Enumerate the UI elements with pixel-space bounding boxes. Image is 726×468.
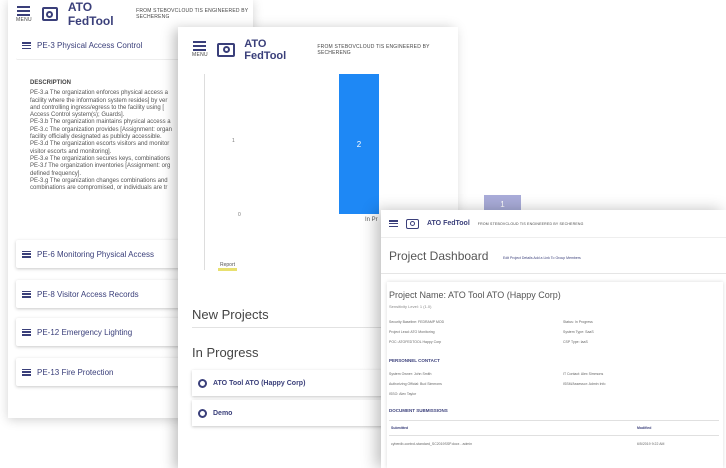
documents-section-heading: DOCUMENT SUBMISSIONS xyxy=(389,408,448,413)
page-title: Project Dashboard xyxy=(389,249,489,263)
app-title: ATO FedTool xyxy=(427,220,470,227)
menu-label: MENU xyxy=(16,16,32,23)
app-tagline: FROM STEBOVCLOUD TIS ENGINEERED BY SECHE… xyxy=(477,221,584,226)
new-projects-title: New Projects xyxy=(192,307,269,322)
project-label: ATO Tool ATO (Happy Corp) xyxy=(213,379,306,387)
app-tagline: FROM STEBOVCLOUD TIS ENGINEERED BY SECHE… xyxy=(136,8,249,20)
control-label: PE-8 Visitor Access Records xyxy=(37,289,139,299)
project-name: Project Name: ATO Tool ATO (Happy Corp) xyxy=(389,290,561,300)
y-axis xyxy=(204,74,205,270)
contact-field: Authorizing Official: Bud Simmons xyxy=(389,382,442,386)
list-icon xyxy=(22,42,31,49)
menu-label: MENU xyxy=(192,52,208,58)
project-icon xyxy=(198,408,207,418)
table-header: Modified xyxy=(637,426,652,430)
detail-field: System Type: SaaS xyxy=(563,330,594,334)
control-label: PE-6 Monitoring Physical Access xyxy=(37,249,154,259)
detail-field: CSP Type: IaaS xyxy=(563,340,588,344)
detail-field: POC: ATOFEDTOOL Happy Corp xyxy=(389,340,442,344)
project-card: Project Name: ATO Tool ATO (Happy Corp) … xyxy=(387,282,723,468)
control-label: PE-3 Physical Access Control xyxy=(37,41,143,50)
personnel-section-heading: PERSONNEL CONTACT xyxy=(389,358,440,363)
chart-bar[interactable]: 2 xyxy=(339,74,379,214)
app-header: ATO FedTool FROM STEBOVCLOUD TIS ENGINEE… xyxy=(381,210,726,238)
control-label: PE-12 Emergency Lighting xyxy=(37,327,133,337)
hamburger-icon xyxy=(193,41,207,51)
contact-field: IT Contact: Alex Simmons xyxy=(563,372,604,376)
screenshot-collage: MENU ATO FedTool FROM STEBOVCLOUD TIS EN… xyxy=(0,0,726,468)
y-tick-label: 1 xyxy=(232,138,235,144)
y-tick-label: 0 xyxy=(238,212,241,218)
app-title: ATO FedTool xyxy=(244,37,287,62)
detail-field: Security Baseline: FEDRAMP MOD xyxy=(389,320,445,324)
table-header: Submitted xyxy=(391,426,409,430)
bar-value-label: 1 xyxy=(500,199,505,209)
in-progress-title: In Progress xyxy=(192,345,259,360)
legend-item[interactable]: Report xyxy=(218,262,238,271)
detail-field: Project Lead: ATO Monitoring xyxy=(389,330,435,334)
list-icon xyxy=(22,250,31,258)
list-icon xyxy=(22,368,31,376)
table-row-date: 6/5/2019 9:22 AM xyxy=(637,442,665,446)
contact-field: ISSM/Assessor: Admin Info xyxy=(563,382,606,386)
divider xyxy=(381,273,726,274)
x-tick-label: In Pr xyxy=(365,217,378,223)
app-title: ATO FedTool xyxy=(67,0,114,28)
hamburger-icon xyxy=(389,220,398,227)
app-header: MENU ATO FedTool FROM STEBOVCLOUD TIS EN… xyxy=(8,0,253,28)
divider xyxy=(389,435,719,436)
project-icon xyxy=(198,378,207,388)
project-label: Demo xyxy=(213,409,233,417)
menu-button[interactable] xyxy=(389,220,398,227)
app-header: MENU ATO FedTool FROM STEBOVCLOUD TIS EN… xyxy=(178,27,458,72)
hamburger-icon xyxy=(17,5,31,16)
dashboard-links[interactable]: Edit Project Details Add a Link To Group… xyxy=(503,256,581,260)
control-label: PE-13 Fire Protection xyxy=(37,367,114,377)
list-icon xyxy=(22,290,31,298)
contact-field: System Owner: John Smith xyxy=(389,372,432,376)
menu-button[interactable]: MENU xyxy=(192,41,208,58)
menu-button[interactable]: MENU xyxy=(16,5,32,23)
divider xyxy=(389,420,719,421)
dashboard-panel: ATO FedTool FROM STEBOVCLOUD TIS ENGINEE… xyxy=(381,210,726,468)
project-subtitle: Sensitivity Level: 1 (1.0) xyxy=(389,304,432,309)
logo-icon xyxy=(41,7,58,21)
list-icon xyxy=(22,328,31,336)
logo-icon xyxy=(406,218,419,229)
detail-field: Status: In Progress xyxy=(563,320,593,324)
logo-icon xyxy=(216,42,236,57)
app-tagline: FROM STEBOVCLOUD TIS ENGINEERED BY SECHE… xyxy=(317,43,430,56)
bar-value-label: 2 xyxy=(356,139,362,149)
table-row[interactable]: cyberdb-control-standard_SC2019SSP.docx … xyxy=(391,442,472,446)
contact-field: ISSO: Alex Taylor xyxy=(389,392,417,396)
